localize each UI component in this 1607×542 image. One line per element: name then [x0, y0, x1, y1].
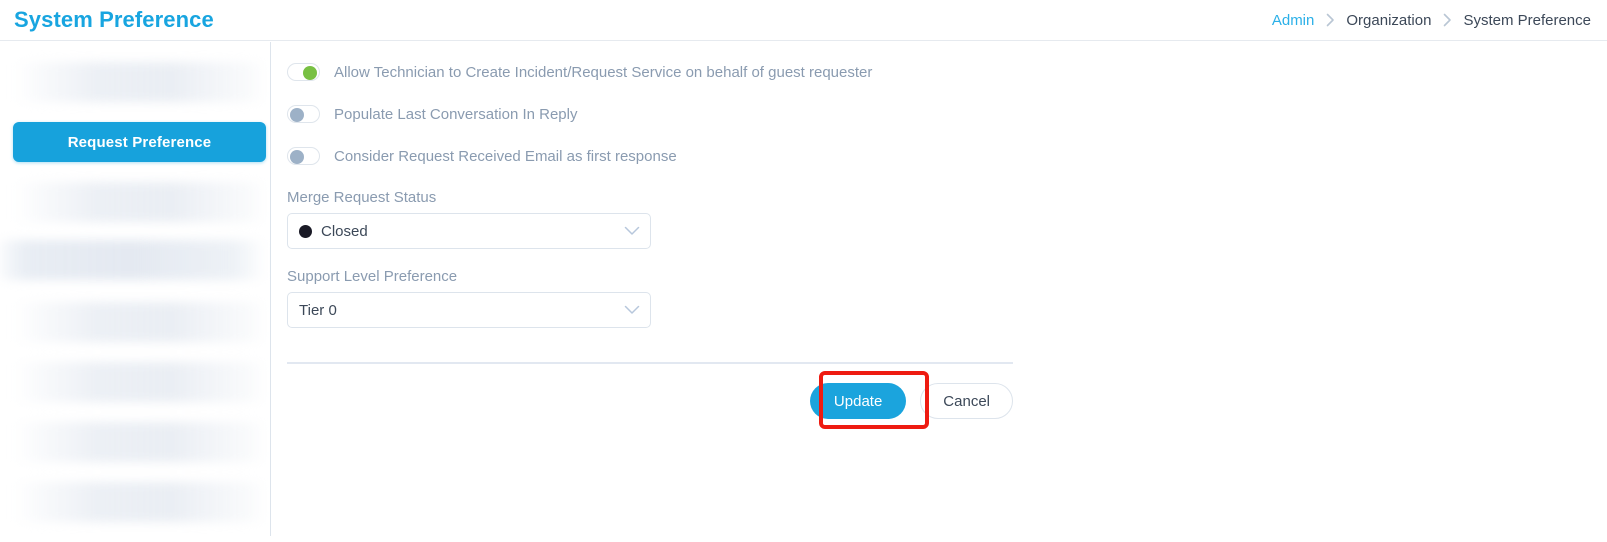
breadcrumb-item-admin[interactable]: Admin: [1270, 12, 1317, 29]
toggle-switch-icon[interactable]: [287, 63, 320, 81]
merge-request-status-select[interactable]: Closed: [287, 213, 651, 249]
sidebar-item-2[interactable]: [13, 182, 266, 222]
update-button[interactable]: Update: [809, 383, 907, 419]
toggle-knob: [303, 66, 317, 80]
toggle-switch-icon[interactable]: [287, 147, 320, 165]
form-divider: [287, 362, 1013, 364]
breadcrumb-item-organization[interactable]: Organization: [1344, 12, 1433, 29]
setting-row-allow-technician-create: Allow Technician to Create Incident/Requ…: [287, 63, 872, 81]
merge-request-status-label: Merge Request Status: [287, 189, 437, 206]
preference-form: Allow Technician to Create Incident/Requ…: [271, 42, 1607, 542]
merge-request-status-value-wrap: Closed: [299, 224, 624, 239]
chevron-down-icon[interactable]: [624, 305, 640, 315]
support-level-preference-select[interactable]: Tier 0: [287, 292, 651, 328]
chevron-right-icon: [1316, 13, 1344, 27]
sidebar-item-0[interactable]: [13, 62, 266, 102]
page-title: System Preference: [14, 7, 214, 32]
sidebar-item-4[interactable]: [13, 302, 266, 342]
support-level-value-wrap: Tier 0: [299, 303, 624, 318]
support-level-preference-value: Tier 0: [299, 301, 337, 319]
chevron-down-icon[interactable]: [624, 226, 640, 236]
toggle-knob: [290, 150, 304, 164]
setting-label: Allow Technician to Create Incident/Requ…: [334, 63, 873, 81]
breadcrumb: Admin Organization System Preference: [1270, 12, 1593, 29]
toggle-knob: [290, 108, 304, 122]
chevron-right-icon: [1433, 13, 1461, 27]
cancel-button[interactable]: Cancel: [920, 383, 1013, 419]
sidebar-item-label: Request Preference: [67, 133, 212, 151]
page-header: System Preference Admin Organization Sys…: [0, 0, 1607, 41]
support-level-preference-label: Support Level Preference: [287, 268, 458, 285]
sidebar-item-request-preference[interactable]: Request Preference: [13, 122, 266, 162]
sidebar-item-6[interactable]: [13, 422, 266, 462]
merge-request-status-value: Closed: [321, 222, 368, 240]
setting-label: Populate Last Conversation In Reply: [334, 105, 578, 123]
sidebar-item-3[interactable]: [0, 240, 266, 280]
sidebar-item-5[interactable]: [13, 362, 266, 402]
status-dot-icon: [299, 224, 312, 238]
toggle-switch-icon[interactable]: [287, 105, 320, 123]
breadcrumb-item-system-preference: System Preference: [1463, 11, 1591, 29]
setting-row-populate-last-conversation: Populate Last Conversation In Reply: [287, 105, 577, 123]
settings-sidebar: Request Preference: [0, 42, 271, 536]
setting-label: Consider Request Received Email as first…: [334, 147, 677, 165]
form-actions: Update Cancel: [287, 379, 1013, 423]
system-preference-page: System Preference Admin Organization Sys…: [0, 0, 1607, 542]
sidebar-item-7[interactable]: [13, 482, 266, 522]
setting-row-consider-request-received-email: Consider Request Received Email as first…: [287, 147, 677, 165]
